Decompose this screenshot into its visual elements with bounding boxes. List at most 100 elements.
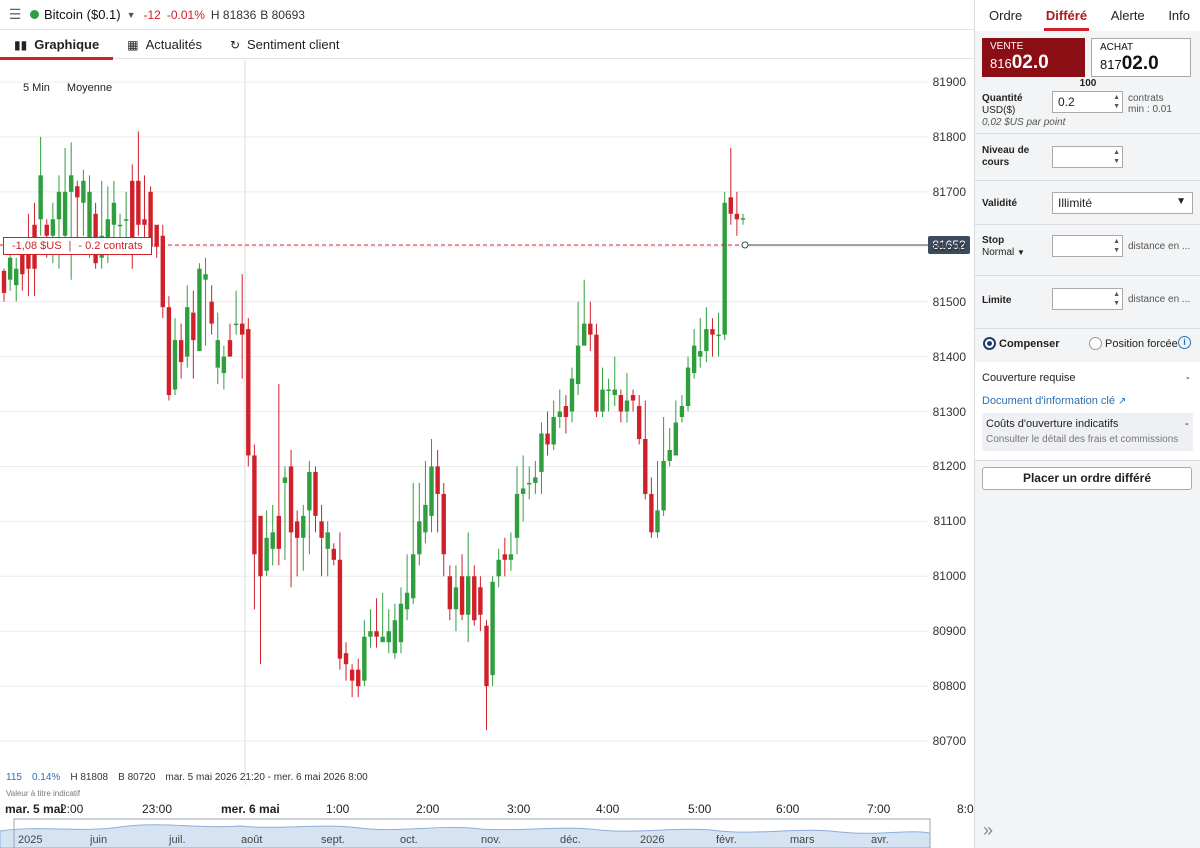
instrument-name[interactable]: Bitcoin ($0.1) <box>44 7 121 22</box>
indicator-selector[interactable]: Moyenne <box>67 82 112 94</box>
y-tick-label: 80900 <box>932 624 966 639</box>
candle-up <box>527 482 532 485</box>
sell-label: VENTE <box>990 41 1024 52</box>
candle-up <box>38 175 43 220</box>
candle-up <box>404 592 410 610</box>
candle-up <box>221 356 227 374</box>
stop-type-select[interactable]: Normal ▼ <box>982 247 1025 259</box>
candle-up <box>691 345 697 374</box>
candle-up <box>417 521 422 555</box>
candlestick-chart[interactable] <box>0 60 974 817</box>
stop-stepper-icon[interactable]: ▲ ▼ <box>1113 237 1120 255</box>
cost-details-link[interactable]: Consulter le détail des frais et commiss… <box>986 434 1178 445</box>
price-chart[interactable]: 5 Min Moyenne -1,08 $US | - 0.2 contrats… <box>0 60 974 817</box>
candle-up <box>392 620 398 654</box>
candle-up <box>569 378 575 412</box>
sell-button[interactable]: VENTE 81602.0 <box>982 38 1085 77</box>
candle-up <box>368 631 373 637</box>
candles-icon: ▮▮ <box>14 37 28 52</box>
candle-up <box>740 218 746 220</box>
quantity-label-block: Quantité USD($) <box>982 93 1023 117</box>
candle-down <box>734 213 740 220</box>
candle-down <box>331 548 337 560</box>
candle-up <box>233 323 239 326</box>
candle-up <box>704 329 709 352</box>
sell-price-big: 02.0 <box>1011 52 1049 73</box>
navigator-label: avr. <box>871 834 889 846</box>
validity-select[interactable]: Illimité ▼ <box>1052 192 1193 214</box>
x-tick-label: 7:00 <box>867 802 891 816</box>
tab-graphique[interactable]: ▮▮ Graphique <box>0 30 114 60</box>
tab-ordre[interactable]: Ordre <box>987 8 1024 23</box>
x-tick-label: 5:00 <box>688 802 712 816</box>
position-pl: -1,08 $US <box>12 240 62 252</box>
candle-up <box>215 340 220 368</box>
kid-link[interactable]: Document d'information clé ↗ <box>982 395 1126 407</box>
candle-down <box>563 406 569 418</box>
quantity-unit: USD($) <box>982 105 1016 116</box>
level-stepper-icon[interactable]: ▲ ▼ <box>1113 148 1120 166</box>
limit-stepper-icon[interactable]: ▲ ▼ <box>1113 290 1120 308</box>
candle-up <box>301 515 306 538</box>
candle-up <box>716 334 721 337</box>
price-change: -12 <box>143 7 161 22</box>
buy-label: ACHAT <box>1100 42 1134 53</box>
candle-down <box>636 406 642 439</box>
stat-low: B 80720 <box>118 772 156 783</box>
candle-up <box>679 406 685 418</box>
position-label[interactable]: -1,08 $US | - 0.2 contrats <box>3 237 152 255</box>
x-tick-label: mar. 5 mai <box>5 802 64 816</box>
quantity-stepper-icon[interactable]: ▲ ▼ <box>1113 93 1120 111</box>
chevron-down-icon[interactable]: ▼ <box>127 10 136 20</box>
place-order-button[interactable]: Placer un ordre différé <box>982 467 1192 490</box>
candle-up <box>655 510 660 533</box>
candle-up <box>14 268 19 286</box>
candle-up <box>490 581 495 676</box>
radio-compenser[interactable]: Compenser <box>983 337 1060 350</box>
radio-position-forcee[interactable]: Position forcée <box>1089 337 1178 350</box>
candle-down <box>294 521 300 538</box>
validity-label: Validité <box>982 198 1018 209</box>
y-tick-label: 81300 <box>932 404 966 419</box>
tab-differe[interactable]: Différé <box>1043 8 1090 31</box>
quantity-input[interactable]: 0.2 ▲ ▼ <box>1052 91 1123 113</box>
spread-value: 100 <box>1079 78 1097 89</box>
buy-button[interactable]: ACHAT 81702.0 <box>1091 38 1191 77</box>
limit-input[interactable]: ▲ ▼ <box>1052 288 1123 310</box>
stop-input[interactable]: ▲ ▼ <box>1052 235 1123 257</box>
x-tick-label: 2:00 <box>60 802 84 816</box>
position-size: - 0.2 contrats <box>78 240 143 252</box>
period-selector[interactable]: 5 Min <box>23 82 50 94</box>
candle-up <box>465 576 471 615</box>
buy-price-small: 817 <box>1100 57 1122 72</box>
tab-alerte[interactable]: Alerte <box>1109 8 1147 23</box>
y-tick-label: 81600 <box>932 239 966 254</box>
hamburger-menu-icon[interactable]: ☰ <box>0 6 30 23</box>
x-tick-label: mer. 6 mai <box>221 802 280 816</box>
tab-actualites[interactable]: ▦ Actualités <box>113 30 216 59</box>
tab-sentiment[interactable]: ↻ Sentiment client <box>216 30 354 59</box>
market-open-dot <box>30 10 39 19</box>
expand-icon[interactable]: » <box>983 820 993 841</box>
candle-up <box>325 532 330 549</box>
navigator-label: 2026 <box>640 834 665 846</box>
info-icon[interactable]: i <box>1178 336 1191 349</box>
candle-up <box>673 422 679 456</box>
y-tick-label: 80700 <box>932 734 966 749</box>
candle-up <box>50 219 56 236</box>
x-tick-label: 1:00 <box>326 802 350 816</box>
candle-down <box>252 455 257 555</box>
level-input[interactable]: ▲ ▼ <box>1052 146 1123 168</box>
limit-distance[interactable]: distance en ... <box>1128 294 1190 305</box>
radio-position-forcee-label: Position forcée <box>1105 337 1178 350</box>
tab-info[interactable]: Info <box>1166 8 1192 23</box>
y-tick-label: 81700 <box>932 184 966 199</box>
candle-down <box>710 329 715 335</box>
stop-distance[interactable]: distance en ... <box>1128 241 1190 252</box>
candle-down <box>1 270 7 293</box>
candle-down <box>160 235 165 308</box>
tab-label: Graphique <box>34 37 100 52</box>
external-link-icon: ↗ <box>1118 396 1127 407</box>
candle-down <box>649 493 654 533</box>
time-navigator[interactable]: 2025 juin juil. août sept. oct. nov. déc. 2026 fé… <box>0 817 974 848</box>
